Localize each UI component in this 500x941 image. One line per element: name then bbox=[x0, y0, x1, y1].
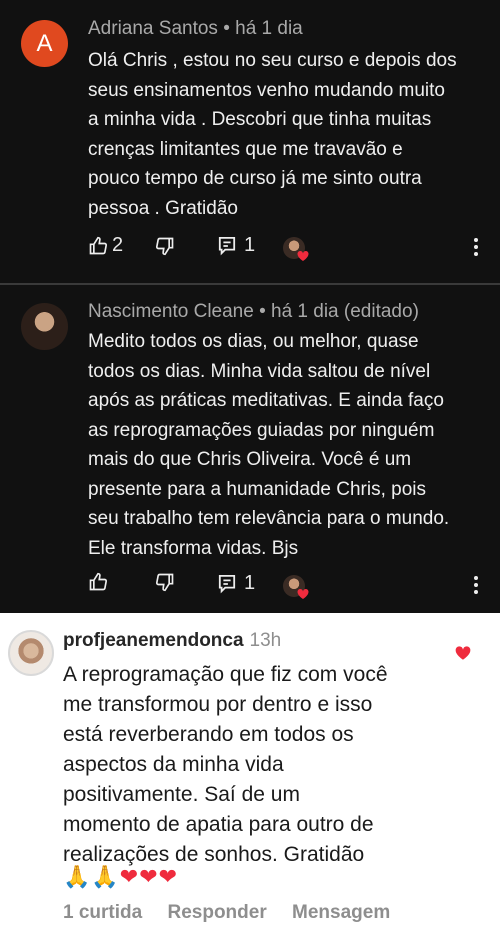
avatar[interactable] bbox=[8, 630, 54, 676]
comment-actions: 1 bbox=[0, 570, 500, 600]
reply-count: 1 bbox=[244, 234, 256, 256]
like-button[interactable]: 2 bbox=[88, 234, 123, 257]
username[interactable]: profjeanemendonca bbox=[63, 630, 244, 651]
yt-comment-1: A Adriana Santos • há 1 dia Olá Chris , … bbox=[0, 0, 500, 283]
thumbs-up-icon bbox=[89, 572, 108, 591]
comment-icon bbox=[218, 236, 236, 255]
avatar[interactable]: A bbox=[21, 20, 68, 67]
thumbs-down-icon bbox=[155, 237, 174, 256]
comment-text: A reprogramação que fiz com você me tran… bbox=[63, 663, 388, 866]
dislike-button[interactable] bbox=[155, 236, 175, 256]
message-button[interactable]: Mensagem bbox=[292, 902, 390, 923]
more-options-icon[interactable] bbox=[474, 238, 478, 259]
yt-comment-2: Nascimento Cleane • há 1 dia (editado) M… bbox=[0, 285, 500, 613]
comment-emojis: 🙏🙏❤❤❤ bbox=[63, 864, 179, 889]
comment-footer: 1 curtida Responder Mensagem bbox=[63, 902, 410, 924]
reply-button[interactable]: 1 bbox=[218, 572, 255, 595]
comment-actions: 2 1 bbox=[0, 232, 500, 262]
comment-author-header[interactable]: Nascimento Cleane • há 1 dia (editado) bbox=[88, 301, 419, 323]
reply-button[interactable]: Responder bbox=[167, 902, 266, 923]
comment-text: Medito todos os dias, ou melhor, quase t… bbox=[88, 331, 450, 559]
dislike-button[interactable] bbox=[155, 572, 175, 592]
timestamp: 13h bbox=[249, 630, 282, 651]
comment-author-header[interactable]: Adriana Santos • há 1 dia bbox=[88, 18, 303, 40]
avatar[interactable] bbox=[21, 303, 68, 350]
reply-count: 1 bbox=[244, 572, 256, 594]
comment-icon bbox=[218, 574, 236, 593]
thumbs-up-icon bbox=[89, 236, 108, 254]
like-button[interactable] bbox=[88, 572, 112, 592]
creator-heart-icon bbox=[297, 588, 309, 599]
thumbs-down-icon bbox=[155, 573, 174, 592]
reply-button[interactable]: 1 bbox=[218, 234, 255, 257]
comment-author-header[interactable]: profjeanemendonca 13h bbox=[63, 630, 281, 652]
creator-heart-icon bbox=[297, 250, 309, 261]
comment-text: Olá Chris , estou no seu curso e depois … bbox=[88, 50, 457, 219]
more-options-icon[interactable] bbox=[474, 576, 478, 597]
like-heart-icon[interactable] bbox=[455, 645, 471, 661]
like-count: 2 bbox=[112, 234, 124, 256]
likes-count-link[interactable]: 1 curtida bbox=[63, 902, 142, 923]
